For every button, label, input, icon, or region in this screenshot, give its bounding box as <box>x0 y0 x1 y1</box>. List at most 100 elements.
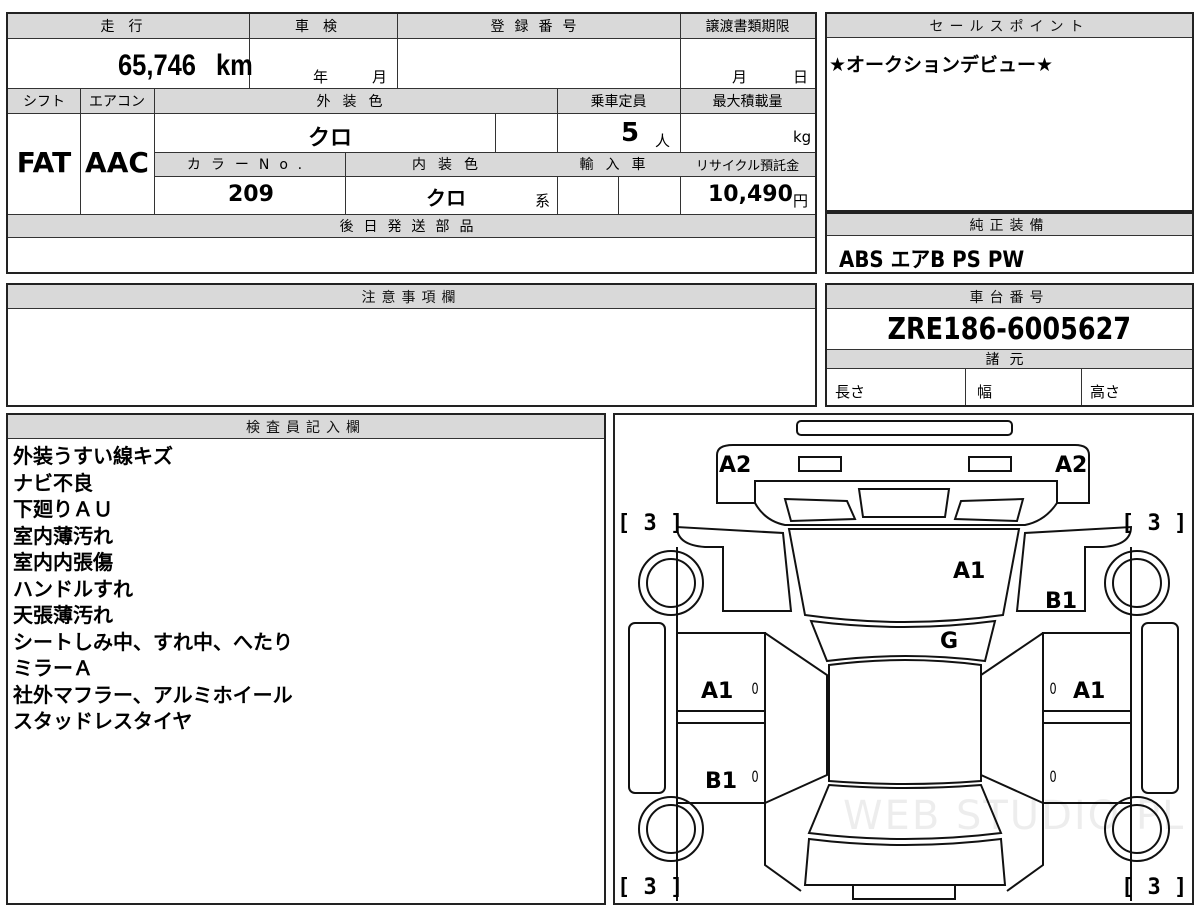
equipment-label: 純正装備 <box>827 214 1192 236</box>
transfer-deadline-label: 譲渡書類期限 <box>705 19 790 35</box>
tire-grade-front-right: [ 3 ] <box>1121 511 1188 536</box>
color-no-value: 209 <box>228 182 274 207</box>
roof <box>828 659 982 785</box>
exterior-color-value: クロ <box>308 126 353 151</box>
headlight-right <box>968 456 1012 472</box>
windshield <box>809 619 997 663</box>
car-damage-diagram: A2 A2 A1 B1 G A1 A1 B1 0 0 0 0 [ 3 ] [ 3… <box>613 413 1194 905</box>
equipment-panel: 純正装備 ABS エアB PS PW <box>825 212 1194 274</box>
remark-line: ハンドルすれ <box>13 576 133 601</box>
watermark: WEB STUDIO PLUS <box>843 793 1183 839</box>
mark-front-door-right: A1 <box>1073 679 1106 704</box>
zero-mark: 0 <box>751 679 759 698</box>
shift-label: シフト <box>23 94 65 110</box>
interior-color-suffix: 系 <box>535 192 551 210</box>
max-load-label: 最大積載量 <box>712 94 783 110</box>
exterior-color-label: 外装色 <box>316 94 395 110</box>
spec-height: 高さ <box>1090 383 1121 401</box>
mark-windshield: G <box>940 629 959 654</box>
mark-front-door-left: A1 <box>701 679 734 704</box>
remark-line: スタッドレスタイヤ <box>13 709 193 733</box>
aircon-value: AAC <box>85 146 149 179</box>
mark-fender-right: B1 <box>1045 589 1078 614</box>
fog-lamp-right <box>953 497 1025 523</box>
chassis-number: ZRE186-6005627 <box>887 311 1132 347</box>
specs-label: 諸元 <box>985 352 1034 368</box>
tire-front-left <box>638 550 704 616</box>
trunk <box>803 837 1007 886</box>
remark-line: ナビ不良 <box>13 470 93 495</box>
front-bumper <box>796 420 1013 436</box>
mileage-unit: km <box>216 49 254 82</box>
front-grille <box>754 481 1058 526</box>
capacity-unit: 人 <box>655 132 671 150</box>
remark-line: 室内内張傷 <box>13 550 113 574</box>
sales-point-text: ★オークションデビュー★ <box>829 54 1054 76</box>
max-load-unit: kg <box>793 128 812 146</box>
rear-bumper <box>852 884 956 900</box>
shaken-month-unit: 月 <box>372 68 388 86</box>
transfer-month-unit: 月 <box>732 68 748 86</box>
capacity-value: 5 <box>621 118 640 148</box>
sales-point-panel: セールスポイント ★オークションデビュー★ <box>825 12 1194 212</box>
shaken-label: 車検 <box>295 19 351 35</box>
inspector-remarks: 外装うすい線キズ ナビ不良 下廻りＡＵ 室内薄汚れ 室内内張傷 ハンドルすれ 天… <box>13 443 293 735</box>
left-rocker <box>628 622 666 794</box>
left-window-line <box>764 632 828 804</box>
remark-line: 天張薄汚れ <box>13 603 113 627</box>
vehicle-info-table: 走行 車検 登録番号 譲渡書類期限 65,746 km 年 月 月 日 シフト … <box>6 12 817 274</box>
spec-width: 幅 <box>977 383 993 401</box>
shift-value: FAT <box>16 146 72 179</box>
aircon-label: エアコン <box>89 94 145 110</box>
tire-grade-rear-right: [ 3 ] <box>1121 875 1188 900</box>
right-rocker <box>1141 622 1179 794</box>
zero-mark: 0 <box>1049 767 1057 786</box>
tire-rear-left <box>638 796 704 862</box>
mark-rear-door-left: B1 <box>705 769 738 794</box>
remark-line: 室内薄汚れ <box>13 523 113 548</box>
recycle-value: 10,490 <box>708 182 793 207</box>
zero-mark: 0 <box>1049 679 1057 698</box>
remark-line: ミラーＡ <box>13 656 93 680</box>
registration-label: 登録番号 <box>490 19 587 35</box>
recycle-unit: 円 <box>793 192 809 210</box>
interior-color-label: 内装色 <box>412 157 490 173</box>
equipment-text: ABS エアB PS PW <box>839 248 1025 273</box>
remark-line: 社外マフラー、アルミホイール <box>13 682 293 707</box>
notes-label: 注意事項欄 <box>8 285 815 309</box>
rear-fender-left <box>764 803 802 892</box>
mark-front-right: A2 <box>1055 453 1088 478</box>
remark-line: 外装うすい線キズ <box>13 444 173 468</box>
tire-front-right <box>1104 550 1170 616</box>
mileage-label: 走行 <box>100 19 157 35</box>
transfer-day-unit: 日 <box>793 68 809 86</box>
mark-hood: A1 <box>953 559 986 584</box>
remark-line: シートしみ中、すれ中、へたり <box>13 629 293 654</box>
zero-mark: 0 <box>751 767 759 786</box>
remark-line: 下廻りＡＵ <box>13 497 113 521</box>
fog-lamp-left <box>783 497 857 523</box>
later-parts-label: 後日発送部品 <box>339 219 484 235</box>
front-fender-left <box>675 525 793 612</box>
chassis-label: 車台番号 <box>827 285 1192 309</box>
recycle-label: リサイクル預託金 <box>695 158 800 174</box>
front-bumper-body <box>716 444 1090 504</box>
shaken-year-unit: 年 <box>313 68 329 86</box>
capacity-label: 乗車定員 <box>590 94 647 110</box>
color-no-label: カラーNo. <box>186 157 313 173</box>
headlight-left <box>798 456 842 472</box>
tire-grade-rear-left: [ 3 ] <box>617 875 684 900</box>
mileage-value: 65,746 <box>118 49 197 82</box>
front-emblem-area <box>857 488 951 518</box>
inspector-panel: 検査員記入欄 外装うすい線キズ ナビ不良 下廻りＡＵ 室内薄汚れ 室内内張傷 ハ… <box>6 413 606 905</box>
right-window-line <box>980 632 1044 804</box>
tire-grade-front-left: [ 3 ] <box>617 511 684 536</box>
notes-panel: 注意事項欄 <box>6 283 817 407</box>
inspector-label: 検査員記入欄 <box>8 415 604 439</box>
mark-front-left: A2 <box>719 453 752 478</box>
interior-color-value: クロ <box>426 186 466 210</box>
import-label: 輸入車 <box>579 157 658 173</box>
chassis-panel: 車台番号 ZRE186-6005627 諸元 長さ 幅 高さ <box>825 283 1194 407</box>
sales-point-label: セールスポイント <box>827 14 1192 38</box>
spec-length: 長さ <box>835 383 866 401</box>
